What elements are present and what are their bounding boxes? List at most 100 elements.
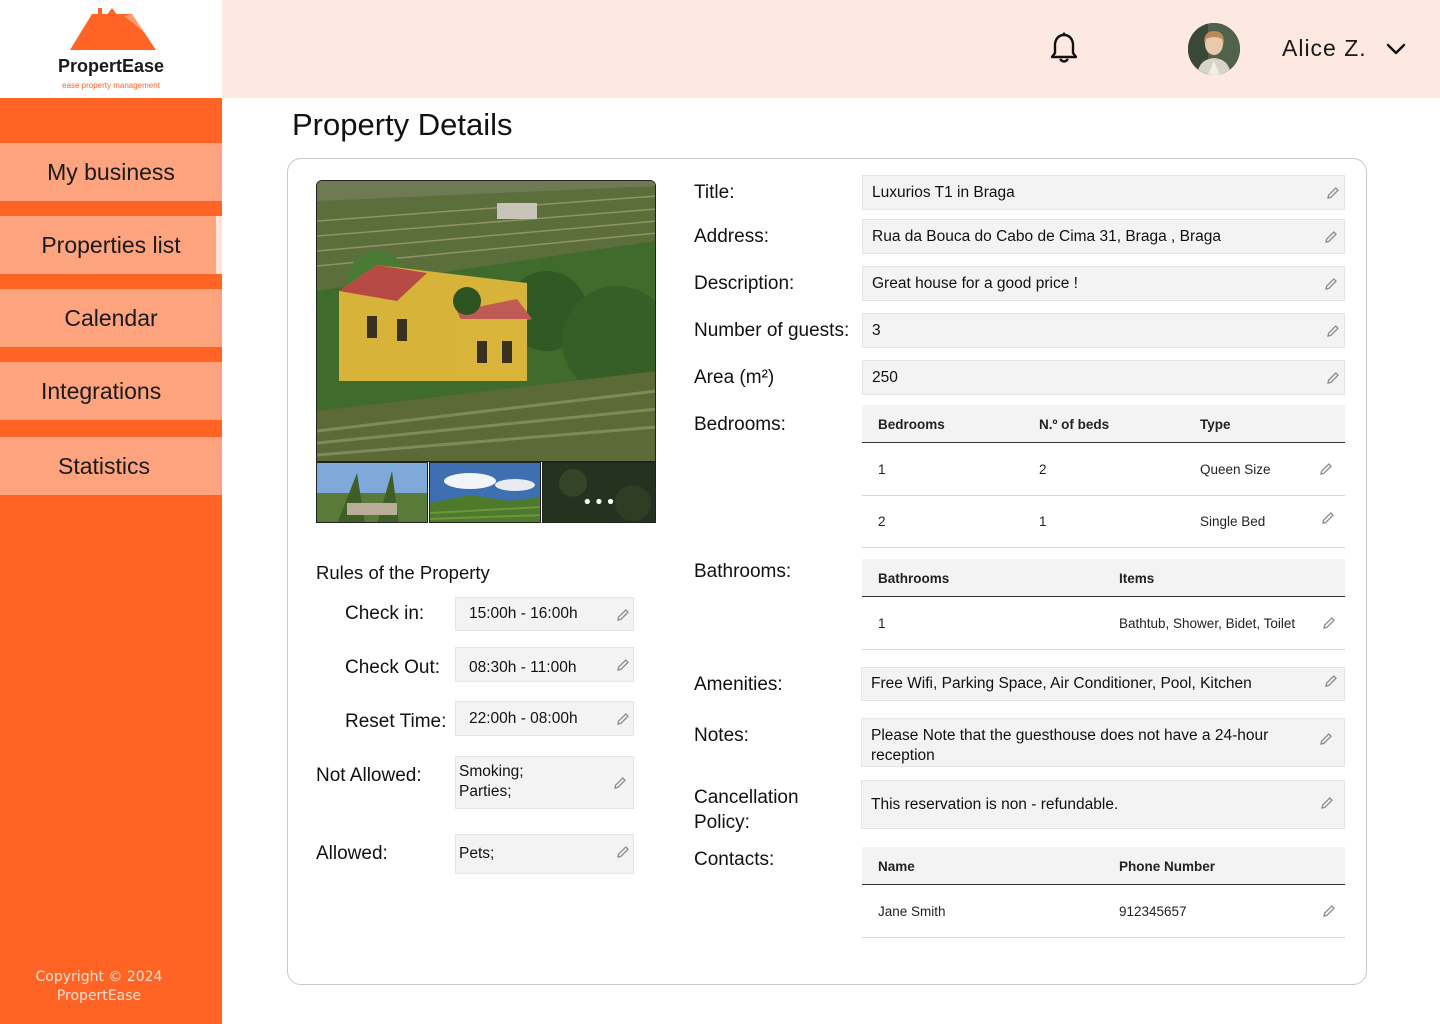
cancellation-value: This reservation is non - refundable. (871, 795, 1119, 813)
column-header: Type (1200, 417, 1231, 432)
bathrooms-label: Bathrooms: (694, 561, 792, 582)
pencil-icon[interactable] (1320, 796, 1334, 810)
pencil-icon[interactable] (1324, 230, 1338, 244)
column-header: Bathrooms (878, 571, 950, 586)
sidebar: PropertEase ease property management My … (0, 0, 222, 1024)
table-row[interactable]: 2 1 Single Bed (862, 496, 1345, 548)
pencil-icon[interactable] (1326, 186, 1340, 200)
avatar[interactable] (1188, 23, 1240, 75)
contacts-label: Contacts: (694, 849, 775, 870)
table-cell: 1 (878, 462, 886, 477)
pencil-icon[interactable] (1324, 277, 1338, 291)
amenities-field[interactable]: Free Wifi, Parking Space, Air Conditione… (861, 667, 1345, 701)
sidebar-item-properties-list[interactable]: Properties list (0, 216, 222, 274)
bell-icon[interactable] (1050, 32, 1078, 64)
area-value: 250 (872, 368, 898, 386)
guests-field[interactable]: 3 (862, 313, 1345, 348)
pencil-icon[interactable] (1321, 511, 1335, 525)
reset-time-value: 22:00h - 08:00h (469, 709, 578, 727)
table-header: Bathrooms Items (862, 559, 1345, 597)
pencil-icon[interactable] (616, 845, 630, 859)
not-allowed-value: Smoking; Parties; (459, 763, 524, 800)
sidebar-item-statistics[interactable]: Statistics (0, 437, 222, 495)
pencil-icon[interactable] (1322, 904, 1336, 918)
rules-heading: Rules of the Property (316, 562, 490, 583)
amenities-value: Free Wifi, Parking Space, Air Conditione… (871, 675, 1252, 692)
pencil-icon[interactable] (1324, 674, 1338, 688)
description-value: Great house for a good price ! (872, 274, 1078, 292)
checkin-value: 15:00h - 16:00h (469, 605, 578, 622)
more-photos-indicator[interactable]: ••• (582, 492, 617, 513)
table-header: Bedrooms N.º of beds Type (862, 405, 1345, 443)
amenities-label: Amenities: (694, 674, 783, 695)
allowed-value: Pets; (459, 845, 495, 862)
pencil-icon[interactable] (1319, 732, 1333, 746)
column-header: Bedrooms (878, 417, 945, 432)
pencil-icon[interactable] (616, 712, 630, 726)
column-header: Name (878, 859, 915, 874)
thumbnail-image (317, 463, 427, 522)
allowed-label: Allowed: (316, 843, 388, 864)
notes-field[interactable]: Please Note that the guesthouse does not… (861, 718, 1345, 767)
pencil-icon[interactable] (1326, 324, 1340, 338)
column-header: Phone Number (1119, 859, 1216, 874)
area-field[interactable]: 250 (862, 360, 1345, 395)
table-row[interactable]: 1 2 Queen Size (862, 444, 1345, 496)
table-cell: Bathtub, Shower, Bidet, Toilet (1119, 616, 1296, 631)
title-value: Luxurios T1 in Braga (872, 183, 1015, 201)
sidebar-item-integrations[interactable]: Integrations (0, 362, 222, 420)
chevron-down-icon[interactable] (1386, 42, 1406, 56)
address-field[interactable]: Rua da Bouca do Cabo de Cima 31, Braga ,… (862, 219, 1345, 254)
sidebar-item-label: Statistics (58, 452, 151, 479)
bedrooms-label: Bedrooms: (694, 414, 786, 435)
pencil-icon[interactable] (1319, 462, 1333, 476)
reset-time-field[interactable]: 22:00h - 08:00h (455, 701, 634, 736)
pencil-icon[interactable] (616, 608, 630, 622)
thumbnail-2[interactable] (429, 462, 541, 523)
title-label: Title: (694, 182, 735, 203)
table-row[interactable]: 1 Bathtub, Shower, Bidet, Toilet (862, 598, 1345, 650)
sidebar-item-calendar[interactable]: Calendar (0, 289, 222, 347)
table-cell: 912345657 (1119, 904, 1187, 919)
pencil-icon[interactable] (1326, 371, 1340, 385)
not-allowed-field[interactable]: Smoking; Parties; (455, 756, 634, 809)
checkin-label: Check in: (345, 603, 425, 624)
table-cell: Single Bed (1200, 514, 1266, 529)
notes-label: Notes: (694, 725, 749, 746)
active-indicator (216, 216, 222, 274)
reset-time-label: Reset Time: (345, 711, 447, 732)
table-cell: 1 (1039, 514, 1047, 529)
guests-value: 3 (872, 321, 881, 339)
sidebar-item-my-business[interactable]: My business (0, 143, 222, 201)
brand-name: PropertEase (57, 56, 165, 76)
brand-tagline: ease property management (62, 81, 160, 90)
description-field[interactable]: Great house for a good price ! (862, 266, 1345, 301)
column-header: N.º of beds (1039, 417, 1110, 432)
logo[interactable]: PropertEase ease property management (0, 0, 222, 98)
checkout-field[interactable]: 08:30h - 11:00h (455, 647, 634, 682)
pencil-icon[interactable] (613, 776, 627, 790)
pencil-icon[interactable] (1322, 616, 1336, 630)
thumbnail-1[interactable] (316, 462, 428, 523)
table-cell: 2 (878, 514, 886, 529)
pencil-icon[interactable] (616, 658, 630, 672)
table-row[interactable]: Jane Smith 912345657 (862, 886, 1345, 938)
table-cell: 1 (878, 616, 886, 631)
checkout-label: Check Out: (345, 657, 441, 678)
title-field[interactable]: Luxurios T1 in Braga (862, 175, 1345, 210)
cancellation-label: Cancellation Policy: (694, 787, 799, 833)
bathrooms-table: Bathrooms Items 1 Bathtub, Shower, Bidet… (862, 559, 1345, 650)
checkout-value: 08:30h - 11:00h (469, 658, 577, 676)
user-name[interactable]: Alice Z. (1282, 35, 1367, 62)
guests-label: Number of guests: (694, 320, 850, 341)
property-photo (317, 181, 655, 461)
main-property-photo[interactable] (316, 180, 656, 462)
house-roof-icon (70, 8, 156, 50)
cancellation-field[interactable]: This reservation is non - refundable. (861, 780, 1345, 829)
top-header: Alice Z. (222, 0, 1440, 98)
table-header: Name Phone Number (862, 847, 1345, 885)
checkin-field[interactable]: 15:00h - 16:00h (455, 597, 634, 631)
not-allowed-label: Not Allowed: (316, 765, 422, 786)
contacts-table: Name Phone Number Jane Smith 912345657 (862, 847, 1345, 938)
allowed-field[interactable]: Pets; (455, 834, 634, 874)
